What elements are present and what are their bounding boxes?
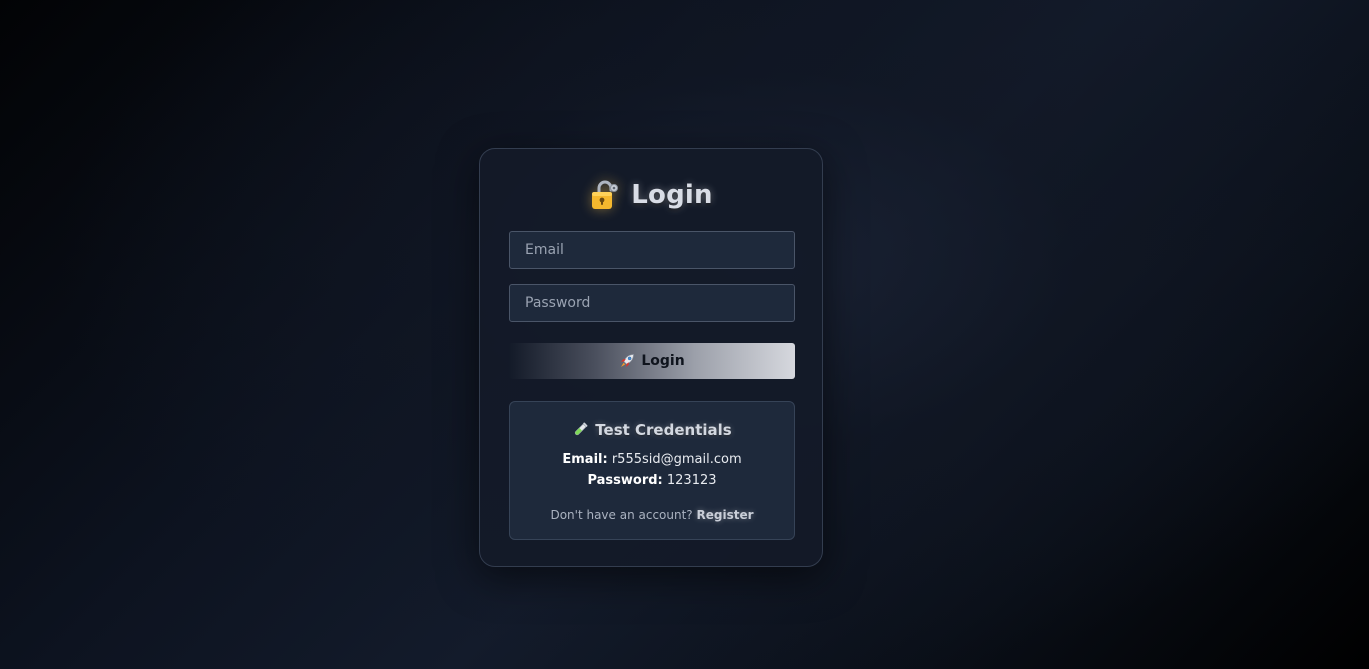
register-link[interactable]: Register: [697, 508, 754, 522]
register-prompt-line: Don't have an account? Register: [510, 507, 794, 523]
credential-password-value: 123123: [666, 473, 717, 488]
test-tube-icon: [572, 422, 588, 438]
login-card: Login Login: [479, 148, 823, 567]
test-credentials-panel: Test Credentials Email: r555sid@gmail.co…: [509, 401, 795, 540]
credential-password-label: Password:: [587, 473, 663, 488]
credential-email-line: Email: r555sid@gmail.com: [510, 451, 794, 469]
login-button-label: Login: [641, 353, 685, 369]
credential-password-line: Password: 123123: [510, 472, 794, 490]
login-title: Login: [631, 180, 713, 210]
credential-email-value: r555sid@gmail.com: [611, 452, 742, 467]
email-input[interactable]: [509, 231, 795, 269]
register-prompt: Don't have an account?: [550, 508, 693, 522]
lock-icon: [589, 179, 619, 211]
password-input[interactable]: [509, 284, 795, 322]
test-credentials-title: Test Credentials: [595, 421, 732, 439]
rocket-icon: [619, 353, 635, 369]
login-button[interactable]: Login: [509, 343, 795, 379]
test-credentials-header: Test Credentials: [510, 419, 794, 441]
login-header: Login: [480, 178, 822, 212]
credential-email-label: Email:: [562, 452, 608, 467]
